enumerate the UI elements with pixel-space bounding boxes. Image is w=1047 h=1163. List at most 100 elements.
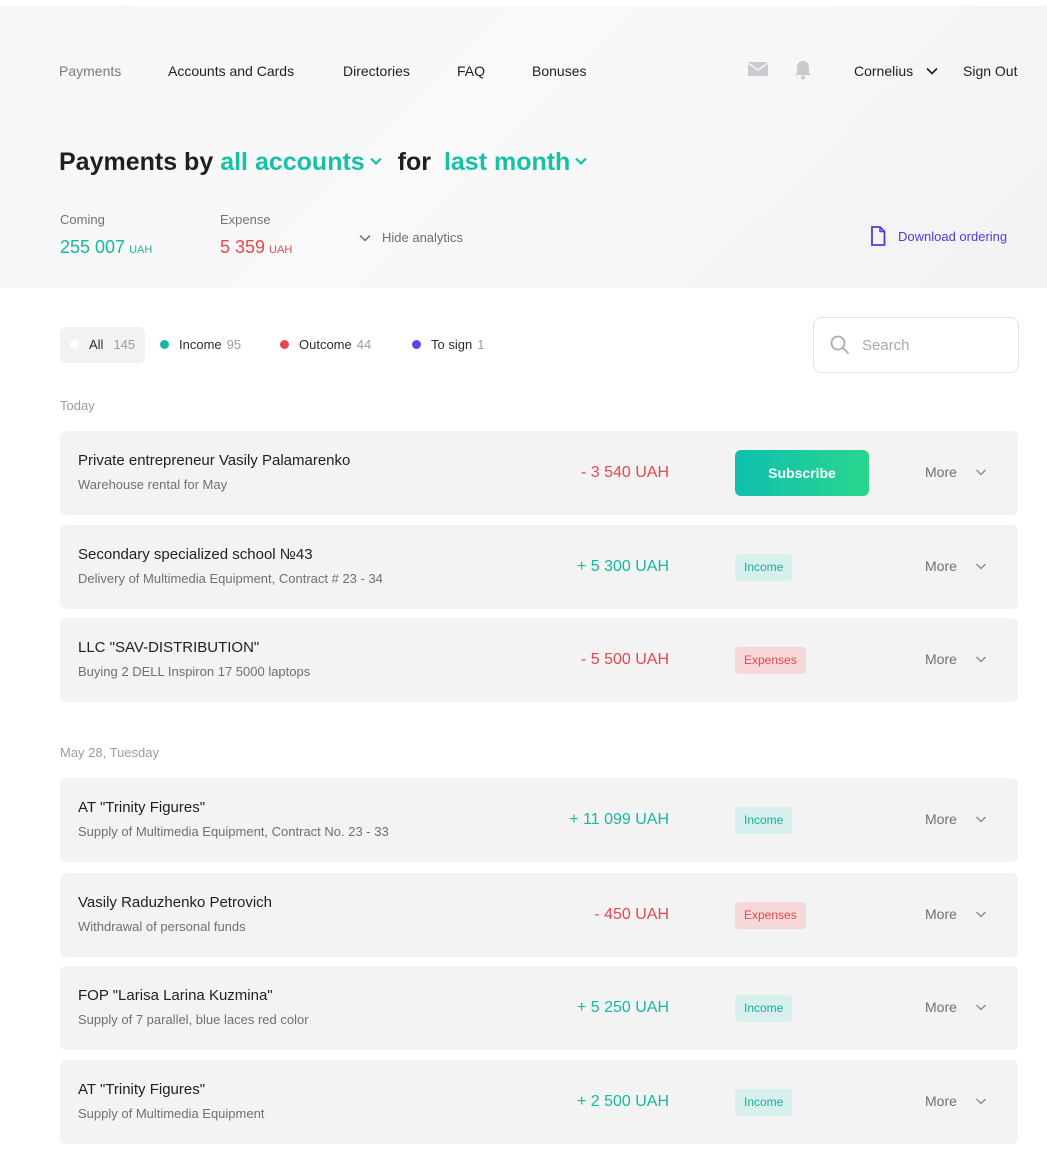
more-button[interactable]: More xyxy=(925,1092,987,1110)
chevron-down-icon xyxy=(975,911,986,918)
payment-amount: + 11 099 UAH xyxy=(569,811,669,828)
filter-all[interactable]: All 145 xyxy=(60,327,146,363)
chevron-down-icon xyxy=(975,469,986,476)
filter-all-count: 145 xyxy=(113,337,136,352)
payment-row[interactable]: Secondary specialized school №43 Deliver… xyxy=(60,525,1018,609)
more-label: More xyxy=(925,558,957,574)
hide-analytics-label: Hide analytics xyxy=(382,230,463,245)
filter-income-label: Income xyxy=(179,337,222,352)
filter-all-label: All xyxy=(89,337,104,352)
nav-accounts-and-cards[interactable]: Accounts and Cards xyxy=(168,62,294,80)
payment-title: AT "Trinity Figures" xyxy=(78,1081,206,1098)
filter-to-sign-dot xyxy=(412,340,421,350)
payment-amount: - 5 500 UAH xyxy=(580,651,669,668)
chevron-down-icon xyxy=(975,1004,986,1011)
payment-amount: + 2 500 UAH xyxy=(576,1093,669,1110)
title-middle: for xyxy=(397,148,431,176)
payment-description: Withdrawal of personal funds xyxy=(78,919,246,934)
payment-description: Delivery of Multimedia Equipment, Contra… xyxy=(78,571,383,586)
period-selector[interactable]: last month xyxy=(444,148,588,176)
more-button[interactable]: More xyxy=(925,557,987,575)
expense-label: Expense xyxy=(220,212,271,227)
expense-amount: 5 359 xyxy=(220,237,266,257)
filter-to-sign-label: To sign xyxy=(431,337,473,352)
more-label: More xyxy=(925,651,957,667)
payment-description: Buying 2 DELL Inspiron 17 5000 laptops xyxy=(78,664,311,679)
payment-description: Supply of Multimedia Equipment, Contract… xyxy=(78,824,389,839)
more-label: More xyxy=(925,464,957,480)
search-input[interactable] xyxy=(862,332,1002,358)
mail-icon[interactable] xyxy=(747,60,770,82)
payment-row[interactable]: AT "Trinity Figures" Supply of Multimedi… xyxy=(60,778,1018,862)
download-ordering-link[interactable]: Download ordering xyxy=(870,226,1008,247)
payment-row[interactable]: Private entrepreneur Vasily Palamarenko … xyxy=(60,431,1018,515)
filter-income[interactable]: Income 95 xyxy=(160,327,241,363)
more-button[interactable]: More xyxy=(925,810,987,828)
status-badge: Income xyxy=(735,995,793,1022)
more-button[interactable]: More xyxy=(925,650,987,668)
payment-amount: - 450 UAH xyxy=(594,906,669,923)
coming-unit: UAH xyxy=(129,244,153,256)
payment-title: LLC "SAV-DISTRIBUTION" xyxy=(78,639,260,656)
payment-title: Vasily Raduzhenko Petrovich xyxy=(78,894,272,911)
nav-directories[interactable]: Directories xyxy=(343,62,410,80)
more-label: More xyxy=(925,811,957,827)
title-prefix: Payments by xyxy=(59,148,214,176)
status-badge: Income xyxy=(735,807,793,834)
payment-title: AT "Trinity Figures" xyxy=(78,799,206,816)
filter-income-dot xyxy=(160,340,169,350)
nav-bonuses[interactable]: Bonuses xyxy=(532,62,586,80)
more-label: More xyxy=(925,906,957,922)
accounts-selector-label: all accounts xyxy=(220,148,365,176)
search-icon xyxy=(830,335,850,355)
search-box[interactable] xyxy=(813,317,1019,373)
payment-row[interactable]: Vasily Raduzhenko Petrovich Withdrawal o… xyxy=(60,873,1018,957)
expense-value: 5 359 UAH xyxy=(220,236,292,261)
expense-unit: UAH xyxy=(269,244,293,256)
coming-label: Coming xyxy=(60,212,105,227)
chevron-down-icon xyxy=(975,563,986,570)
payment-title: FOP "Larisa Larina Kuzmina" xyxy=(78,987,273,1004)
payment-title: Private entrepreneur Vasily Palamarenko xyxy=(78,452,351,469)
chevron-down-icon[interactable] xyxy=(925,64,939,78)
filter-to-sign[interactable]: To sign 1 xyxy=(412,327,484,363)
document-icon xyxy=(871,226,886,246)
subscribe-button[interactable]: Subscribe xyxy=(735,450,869,496)
nav-faq[interactable]: FAQ xyxy=(457,62,485,80)
payment-amount: - 3 540 UAH xyxy=(580,464,669,481)
page-title: Payments by all accounts for last month xyxy=(59,146,588,178)
accounts-selector[interactable]: all accounts xyxy=(220,148,383,176)
more-label: More xyxy=(925,999,957,1015)
filter-to-sign-count: 1 xyxy=(477,337,485,352)
filter-outcome-label: Outcome xyxy=(299,337,352,352)
bell-icon[interactable] xyxy=(794,60,816,82)
nav-payments[interactable]: Payments xyxy=(59,62,121,80)
filter-income-count: 95 xyxy=(226,337,242,352)
payment-row[interactable]: LLC "SAV-DISTRIBUTION" Buying 2 DELL Ins… xyxy=(60,618,1018,702)
more-button[interactable]: More xyxy=(925,463,987,481)
sign-out-link[interactable]: Sign Out xyxy=(963,62,1017,80)
filter-outcome[interactable]: Outcome 44 xyxy=(280,327,371,363)
more-button[interactable]: More xyxy=(925,998,987,1016)
status-badge: Income xyxy=(735,1089,793,1116)
chevron-down-icon xyxy=(975,656,986,663)
payment-row[interactable]: AT "Trinity Figures" Supply of Multimedi… xyxy=(60,1060,1018,1144)
download-ordering-label: Download ordering xyxy=(898,229,1008,244)
status-badge: Expenses xyxy=(735,647,806,674)
more-button[interactable]: More xyxy=(925,905,987,923)
chevron-down-icon xyxy=(369,158,382,166)
coming-value: 255 007 UAH xyxy=(60,236,152,261)
chevron-down-icon xyxy=(975,1098,986,1105)
group-label-may-28: May 28, Tuesday xyxy=(60,745,159,760)
chevron-down-icon xyxy=(575,158,588,166)
coming-amount: 255 007 xyxy=(60,237,126,257)
filter-all-dot xyxy=(70,340,79,350)
group-label-today: Today xyxy=(60,398,95,413)
hide-analytics-toggle[interactable]: Hide analytics xyxy=(358,229,463,247)
payment-amount: + 5 250 UAH xyxy=(576,999,669,1016)
status-badge: Income xyxy=(735,554,793,581)
payment-title: Secondary specialized school №43 xyxy=(78,546,313,563)
user-menu[interactable]: Cornelius xyxy=(854,62,913,80)
chevron-down-icon xyxy=(359,234,371,242)
payment-row[interactable]: FOP "Larisa Larina Kuzmina" Supply of 7 … xyxy=(60,966,1018,1050)
